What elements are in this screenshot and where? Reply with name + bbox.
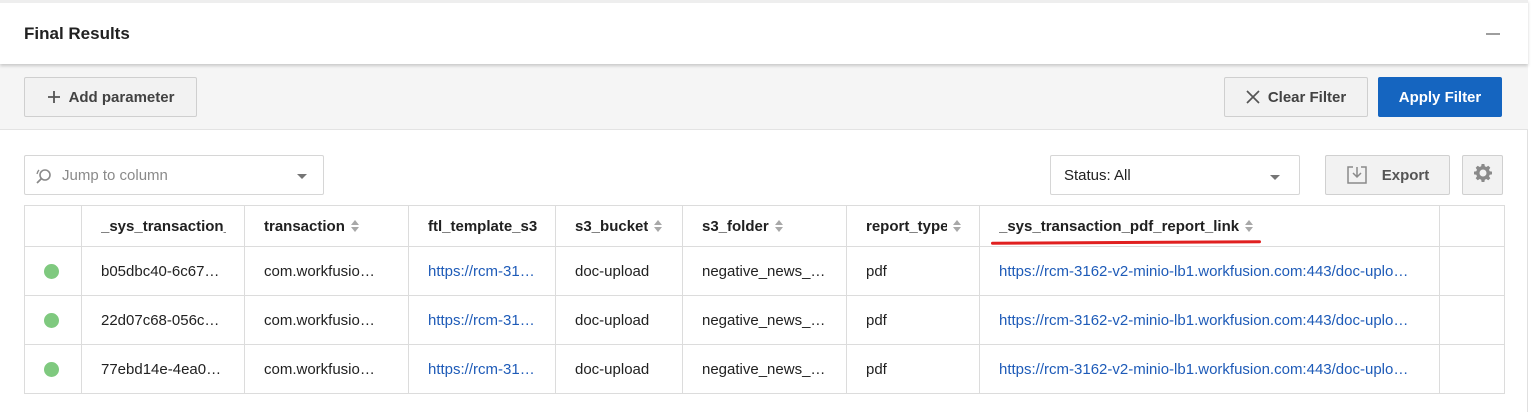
column-header-empty bbox=[1439, 205, 1505, 247]
pdf-link-cell: https://rcm-3162-v2-minio-lb1.workfusion… bbox=[979, 344, 1440, 394]
report-type-cell: pdf bbox=[846, 295, 980, 345]
column-header-ftl-template[interactable]: ftl_template_s3 bbox=[408, 205, 556, 247]
results-table: _sys_transaction_ transaction ftl_templa… bbox=[24, 205, 1505, 394]
s3-folder-cell: negative_news_… bbox=[682, 344, 847, 394]
sort-icon[interactable] bbox=[953, 220, 961, 232]
scroll-gutter bbox=[1528, 0, 1538, 412]
panel-title: Final Results bbox=[24, 24, 130, 43]
report-type-cell: pdf bbox=[846, 344, 980, 394]
s3-bucket-cell: doc-upload bbox=[555, 344, 683, 394]
sort-icon[interactable] bbox=[654, 220, 663, 232]
sort-icon[interactable] bbox=[1245, 220, 1254, 232]
clear-filter-label: Clear Filter bbox=[1267, 88, 1347, 106]
transaction-cell: com.workfusio… bbox=[244, 246, 409, 296]
ftl-template-cell: https://rcm-31… bbox=[408, 344, 556, 394]
chevron-down-icon bbox=[297, 174, 307, 179]
export-label: Export bbox=[1381, 166, 1430, 184]
s3-folder-cell: negative_news_… bbox=[682, 246, 847, 296]
empty-cell bbox=[1439, 246, 1505, 296]
transaction-cell: com.workfusio… bbox=[244, 344, 409, 394]
column-header-s3-folder[interactable]: s3_folder bbox=[682, 205, 847, 247]
ftl-template-cell: https://rcm-31… bbox=[408, 295, 556, 345]
panel-header: Final Results bbox=[0, 0, 1528, 64]
sys-transaction-cell: b05dbc40-6c67… bbox=[81, 246, 245, 296]
clear-filter-button[interactable]: Clear Filter bbox=[1224, 77, 1368, 117]
transaction-cell: com.workfusio… bbox=[244, 295, 409, 345]
column-header-report-type[interactable]: report_type bbox=[846, 205, 980, 247]
empty-cell bbox=[1439, 295, 1505, 345]
apply-filter-label: Apply Filter bbox=[1398, 88, 1482, 106]
plus-icon bbox=[47, 90, 61, 104]
pdf-report-link[interactable]: https://rcm-3162-v2-minio-lb1.workfusion… bbox=[999, 263, 1408, 280]
status-cell bbox=[24, 295, 82, 345]
table-row[interactable]: 77ebd14e-4ea0… com.workfusio… https://rc… bbox=[24, 344, 1505, 394]
table-row[interactable]: b05dbc40-6c67… com.workfusio… https://rc… bbox=[24, 246, 1505, 296]
pdf-link-cell: https://rcm-3162-v2-minio-lb1.workfusion… bbox=[979, 295, 1440, 345]
ftl-template-link[interactable]: https://rcm-31… bbox=[428, 361, 535, 378]
pdf-report-link[interactable]: https://rcm-3162-v2-minio-lb1.workfusion… bbox=[999, 361, 1408, 378]
column-header-sys-transaction[interactable]: _sys_transaction_ bbox=[81, 205, 245, 247]
close-icon bbox=[1246, 90, 1260, 104]
ftl-template-link[interactable]: https://rcm-31… bbox=[428, 312, 535, 329]
status-filter-select[interactable]: Status: All bbox=[1050, 155, 1300, 195]
status-dot-icon bbox=[44, 313, 59, 329]
ftl-template-link[interactable]: https://rcm-31… bbox=[428, 263, 535, 280]
status-dot-icon bbox=[44, 362, 59, 378]
search-icon bbox=[35, 167, 53, 190]
sort-icon[interactable] bbox=[350, 220, 359, 232]
status-filter-value: Status: All bbox=[1064, 167, 1131, 184]
final-results-panel: Final Results Add parameter Clear Filter… bbox=[0, 0, 1528, 412]
status-cell bbox=[24, 344, 82, 394]
settings-button[interactable] bbox=[1462, 155, 1503, 195]
empty-cell bbox=[1439, 344, 1505, 394]
chevron-down-icon bbox=[1270, 175, 1280, 180]
column-header-transaction[interactable]: transaction bbox=[244, 205, 409, 247]
sys-transaction-cell: 22d07c68-056c… bbox=[81, 295, 245, 345]
sort-icon[interactable] bbox=[774, 220, 783, 232]
minimize-icon[interactable] bbox=[1486, 33, 1500, 35]
sys-transaction-cell: 77ebd14e-4ea0… bbox=[81, 344, 245, 394]
jump-to-column-placeholder: Jump to column bbox=[62, 167, 168, 184]
filter-toolbar: Add parameter Clear Filter Apply Filter bbox=[0, 64, 1528, 130]
pdf-report-link[interactable]: https://rcm-3162-v2-minio-lb1.workfusion… bbox=[999, 312, 1408, 329]
ftl-template-cell: https://rcm-31… bbox=[408, 246, 556, 296]
column-header-status bbox=[24, 205, 82, 247]
export-button[interactable]: Export bbox=[1325, 155, 1450, 195]
table-row[interactable]: 22d07c68-056c… com.workfusio… https://rc… bbox=[24, 295, 1505, 345]
report-type-cell: pdf bbox=[846, 246, 980, 296]
gear-icon bbox=[1473, 163, 1493, 188]
status-cell bbox=[24, 246, 82, 296]
table-header-row: _sys_transaction_ transaction ftl_templa… bbox=[24, 205, 1505, 247]
s3-bucket-cell: doc-upload bbox=[555, 295, 683, 345]
pdf-link-cell: https://rcm-3162-v2-minio-lb1.workfusion… bbox=[979, 246, 1440, 296]
s3-folder-cell: negative_news_… bbox=[682, 295, 847, 345]
add-parameter-label: Add parameter bbox=[68, 88, 175, 106]
status-dot-icon bbox=[44, 264, 59, 280]
add-parameter-button[interactable]: Add parameter bbox=[24, 77, 197, 117]
column-header-s3-bucket[interactable]: s3_bucket bbox=[555, 205, 683, 247]
s3-bucket-cell: doc-upload bbox=[555, 246, 683, 296]
jump-to-column-select[interactable]: Jump to column bbox=[24, 155, 324, 195]
apply-filter-button[interactable]: Apply Filter bbox=[1378, 77, 1502, 117]
download-icon bbox=[1346, 165, 1368, 185]
